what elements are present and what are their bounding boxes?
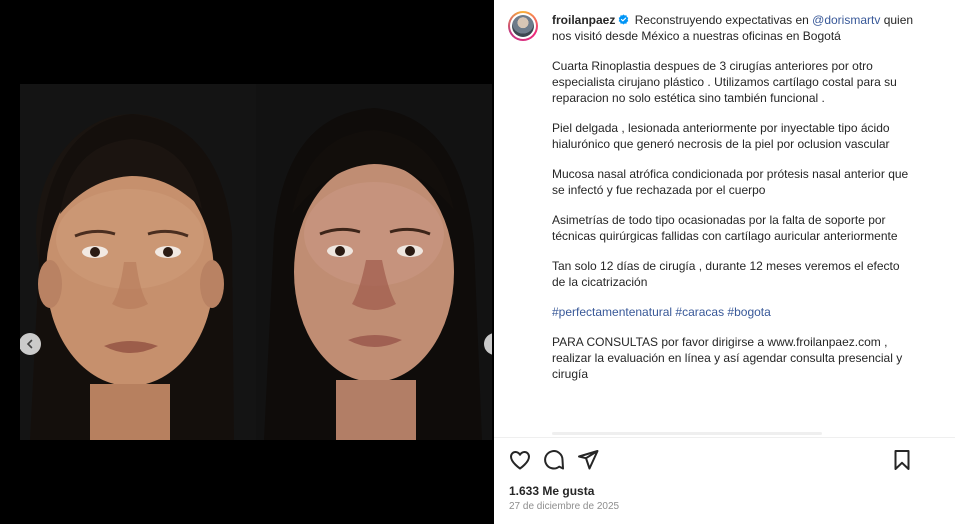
before-photo-panel <box>20 84 256 440</box>
chevron-left-icon <box>26 339 33 349</box>
caption-paragraph: Mucosa nasal atrófica condicionada por p… <box>552 167 909 197</box>
after-photo-panel <box>256 84 492 440</box>
caption-area: froilanpaez Reconstruyendo expectativas … <box>494 0 922 436</box>
post-actions-bar: 1.633 Me gusta 27 de diciembre de 2025 <box>494 437 955 525</box>
comment-button[interactable] <box>542 448 566 472</box>
carousel-prev-button[interactable] <box>20 333 41 355</box>
like-button[interactable] <box>508 448 532 472</box>
post-sidebar: froilanpaez Reconstruyendo expectativas … <box>494 0 955 525</box>
caption-paragraph: Cuarta Rinoplastia despues de 3 cirugías… <box>552 59 897 105</box>
caption-contact: PARA CONSULTAS por favor dirigirse a www… <box>552 335 903 381</box>
mention-link[interactable]: @dorismartv <box>812 13 880 27</box>
chevron-right-icon <box>489 338 492 350</box>
likes-number: 1.633 <box>509 484 540 498</box>
bookmark-icon <box>894 450 910 470</box>
before-face-image <box>20 84 256 440</box>
send-icon <box>578 450 599 470</box>
post-date: 27 de diciembre de 2025 <box>509 501 620 512</box>
before-after-photo <box>20 84 492 440</box>
post-caption: froilanpaez Reconstruyendo expectativas … <box>552 12 914 396</box>
author-avatar[interactable] <box>508 11 538 41</box>
caption-paragraph: Tan solo 12 días de cirugía , durante 12… <box>552 259 900 289</box>
comment-icon <box>544 450 564 470</box>
likes-label: Me gusta <box>542 484 595 498</box>
likes-count[interactable]: 1.633 Me gusta <box>509 484 594 498</box>
after-face-image <box>256 84 492 440</box>
verified-badge-icon <box>619 14 629 25</box>
avatar-image <box>512 15 534 37</box>
caption-paragraph: Piel delgada , lesionada anteriormente p… <box>552 121 890 151</box>
heart-icon <box>510 451 530 470</box>
post-media <box>0 0 494 524</box>
caption-intro: Reconstruyendo expectativas en <box>634 13 809 27</box>
caption-paragraph: Asimetrías de todo tipo ocasionadas por … <box>552 213 898 243</box>
hashtag-links[interactable]: #perfectamentenatural #caracas #bogota <box>552 304 914 320</box>
share-button[interactable] <box>576 448 600 472</box>
author-username[interactable]: froilanpaez <box>552 13 615 27</box>
clipped-text-line <box>552 432 822 435</box>
save-button[interactable] <box>890 448 914 472</box>
